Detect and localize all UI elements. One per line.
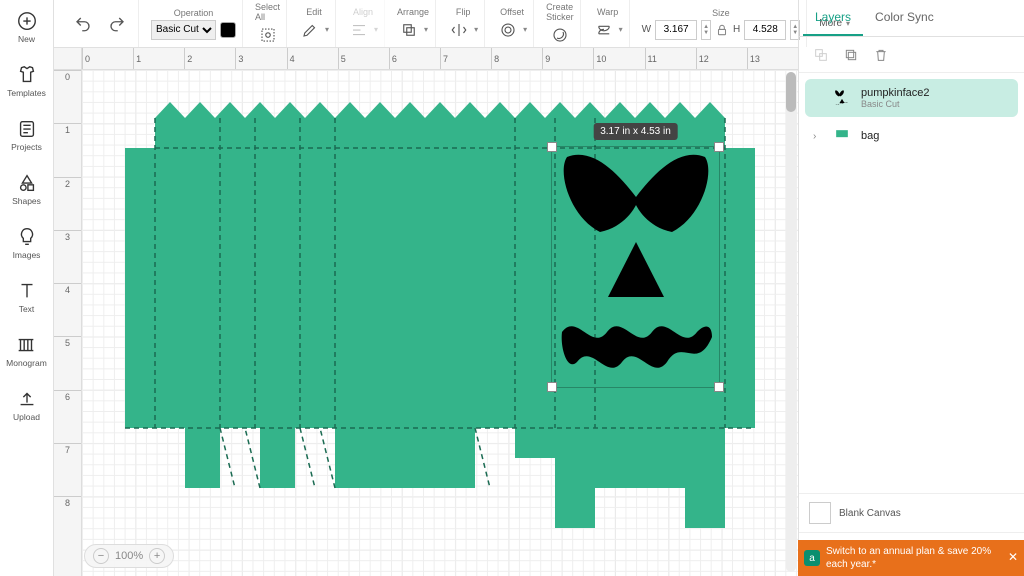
right-panel: Layers Color Sync pumpkinface2 Basic Cut… [798, 0, 1024, 576]
text-icon [16, 280, 38, 302]
selectall-group[interactable]: Select All [249, 0, 287, 47]
ruler-vertical: 012345678 [54, 70, 82, 576]
arrange-icon [398, 19, 420, 41]
warp-icon [593, 19, 615, 41]
plus-circle-icon [16, 10, 38, 32]
offset-icon [497, 19, 519, 41]
canvas-swatch [809, 502, 831, 524]
width-input[interactable] [655, 20, 697, 40]
layer-item-bag[interactable]: › bag [805, 117, 1018, 155]
monogram-icon [15, 334, 37, 356]
chevron-down-icon: ▾ [325, 25, 329, 34]
operation-group: Operation Basic Cut [145, 0, 243, 47]
trash-icon[interactable] [873, 47, 889, 63]
layer-thumb-bag [831, 125, 853, 147]
promo-badge-icon: a [804, 550, 820, 566]
edit-group[interactable]: Edit ▾ [293, 0, 336, 47]
canvas-area: 012345678910111213 012345678 [54, 48, 798, 576]
panel-tabs: Layers Color Sync [799, 0, 1024, 37]
selection-box[interactable]: 3.17 in x 4.53 in [551, 146, 720, 388]
toolbar: Operation Basic Cut Select All Edit ▾ Al… [54, 0, 798, 48]
flip-group[interactable]: Flip ▾ [442, 0, 485, 47]
lock-icon[interactable] [715, 23, 729, 37]
rail-images[interactable]: Images [13, 222, 41, 264]
flip-icon [448, 19, 470, 41]
promo-banner[interactable]: a Switch to an annual plan & save 20% ea… [798, 540, 1024, 576]
shapes-icon [16, 172, 38, 194]
warp-group[interactable]: Warp ▾ [587, 0, 630, 47]
expand-caret-icon[interactable]: › [813, 131, 823, 142]
size-badge: 3.17 in x 4.53 in [593, 123, 678, 140]
upload-icon [16, 388, 38, 410]
left-rail: New Templates Projects Shapes Images Tex… [0, 0, 54, 576]
width-stepper[interactable]: ▲▼ [701, 20, 711, 40]
select-all-icon [257, 24, 279, 46]
height-input[interactable] [744, 20, 786, 40]
resize-handle-sw[interactable] [547, 382, 557, 392]
rail-monogram[interactable]: Monogram [6, 330, 47, 372]
rail-new[interactable]: New [16, 6, 38, 48]
promo-close-button[interactable]: ✕ [1008, 550, 1018, 566]
rail-projects[interactable]: Projects [11, 114, 42, 156]
canvas[interactable]: 3.17 in x 4.53 in [82, 70, 798, 576]
layer-thumb-face [831, 87, 853, 109]
pumpkinface-layer[interactable] [552, 147, 721, 389]
rail-shapes[interactable]: Shapes [12, 168, 41, 210]
tab-color-sync[interactable]: Color Sync [863, 0, 946, 36]
sticker-icon [549, 24, 571, 46]
sticker-group[interactable]: Create Sticker [540, 0, 581, 47]
ruler-corner [54, 48, 82, 70]
edit-icon [299, 19, 321, 41]
undo-button[interactable] [72, 13, 94, 35]
layer-tools [799, 37, 1024, 73]
zoom-value: 100% [115, 550, 143, 562]
folder-icon [16, 118, 38, 140]
rail-text[interactable]: Text [16, 276, 38, 318]
shirt-icon [16, 64, 38, 86]
size-group: Size W ▲▼ H ▲▼ [636, 0, 808, 47]
canvas-info[interactable]: Blank Canvas [799, 493, 1024, 532]
rail-templates[interactable]: Templates [7, 60, 46, 102]
align-group: Align ▾ [342, 0, 385, 47]
rail-upload[interactable]: Upload [13, 384, 40, 426]
arrange-group[interactable]: Arrange ▾ [391, 0, 436, 47]
resize-handle-ne[interactable] [714, 142, 724, 152]
resize-handle-nw[interactable] [547, 142, 557, 152]
align-icon [348, 19, 370, 41]
redo-button[interactable] [106, 13, 128, 35]
fill-color-swatch[interactable] [220, 22, 236, 38]
canvas-scrollbar[interactable] [786, 72, 796, 572]
layer-list: pumpkinface2 Basic Cut › bag [799, 73, 1024, 493]
tab-layers[interactable]: Layers [803, 0, 863, 36]
resize-handle-se[interactable] [714, 382, 724, 392]
zoom-control: − 100% + [84, 544, 174, 568]
group-icon[interactable] [813, 47, 829, 63]
duplicate-icon[interactable] [843, 47, 859, 63]
lightbulb-icon [16, 226, 38, 248]
zoom-out-button[interactable]: − [93, 548, 109, 564]
ruler-horizontal: 012345678910111213 [82, 48, 798, 70]
offset-group[interactable]: Offset ▾ [491, 0, 534, 47]
zoom-in-button[interactable]: + [149, 548, 165, 564]
operation-select[interactable]: Basic Cut [151, 20, 216, 40]
layer-item-pumpkinface[interactable]: pumpkinface2 Basic Cut [805, 79, 1018, 117]
